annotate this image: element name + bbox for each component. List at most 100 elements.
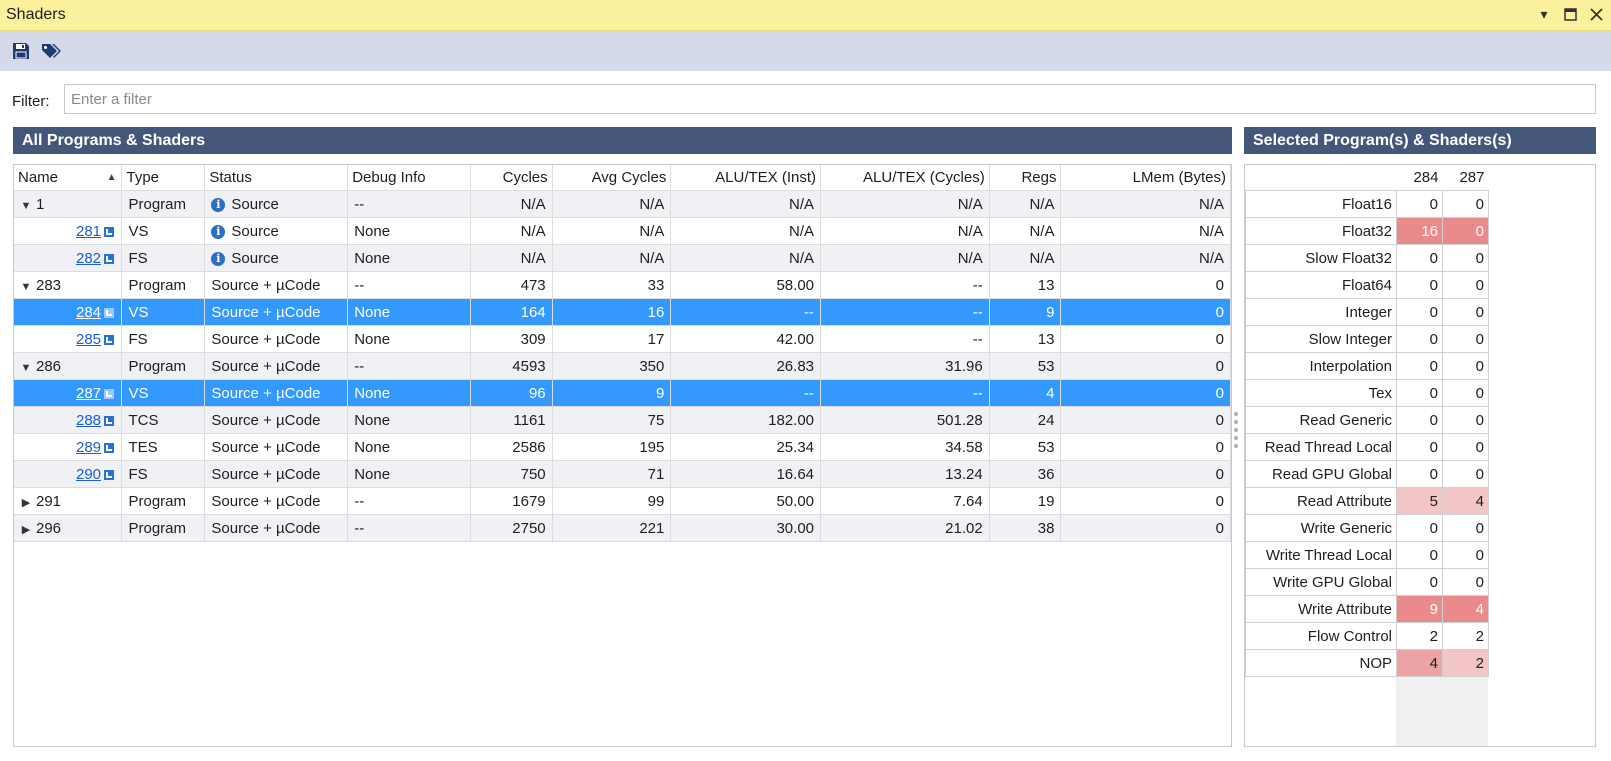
table-row[interactable]: ▼ 1 Program i Source -- N/A N/A N/A N/A N/A N/A (14, 190, 1231, 218)
status-text: Source + µCode (211, 438, 321, 456)
filter-label: Filter: (12, 93, 50, 110)
status-cell: Source + µCode (204, 325, 349, 353)
table-row[interactable]: 285 FS Source + µCode None 309 17 42.00 -- 13 0 (14, 325, 1231, 353)
table-row[interactable]: 288 TCS Source + µCode None 1161 75 182.00 501.… (14, 406, 1231, 434)
collapsed-arrow-icon[interactable]: ▶ (16, 496, 36, 509)
metric-label: Slow Integer (1245, 325, 1397, 353)
metric-row: Write Thread Local 0 0 (1245, 541, 1489, 569)
external-link-icon[interactable] (104, 334, 115, 345)
external-link-icon[interactable] (104, 442, 115, 453)
alu-tex-inst-cell: 25.34 (670, 433, 822, 461)
table-row[interactable]: 289 TES Source + µCode None 2586 195 25.34 34.5… (14, 433, 1231, 461)
status-text: Source (231, 249, 279, 267)
shader-link[interactable]: 287 (76, 385, 101, 402)
table-row[interactable]: ▶ 291 Program Source + µCode -- 1679 99 50.00 7.… (14, 487, 1231, 515)
metric-row: Tex 0 0 (1245, 379, 1489, 407)
table-row[interactable]: 287 VS Source + µCode None 96 9 -- -- 4 0 (14, 379, 1231, 407)
metric-value: 4 (1396, 649, 1443, 677)
shader-link[interactable]: 288 (76, 412, 101, 429)
table-row[interactable]: 282 FS i Source None N/A N/A N/A N/A N/A N/A (14, 244, 1231, 272)
expanded-arrow-icon[interactable]: ▼ (16, 281, 36, 293)
status-cell: i Source (204, 190, 349, 218)
metric-row: Interpolation 0 0 (1245, 352, 1489, 380)
metrics-column-header[interactable]: 284 (1397, 165, 1443, 191)
metric-value: 0 (1442, 244, 1489, 272)
alu-tex-cycles-cell: 31.96 (820, 352, 990, 380)
all-programs-header: All Programs & Shaders (13, 127, 1232, 154)
table-row[interactable]: ▶ 296 Program Source + µCode -- 2750 221 30.00 2… (14, 514, 1231, 542)
name-cell: ▼ 1 (14, 190, 123, 218)
avg-cycles-cell: 33 (552, 271, 672, 299)
debug-info-cell: None (347, 460, 471, 488)
lmem-cell: 0 (1060, 487, 1231, 515)
column-header-alu-tex-inst[interactable]: ALU/TEX (Inst) (670, 165, 822, 191)
metric-label: Float64 (1245, 271, 1397, 299)
external-link-icon[interactable] (104, 388, 115, 399)
metric-value: 0 (1396, 406, 1443, 434)
name-cell: 281 (14, 217, 123, 245)
column-header-avg-cycles[interactable]: Avg Cycles (552, 165, 672, 191)
shader-link[interactable]: 285 (76, 331, 101, 348)
column-header-lmem-bytes[interactable]: LMem (Bytes) (1060, 165, 1231, 191)
dropdown-icon[interactable]: ▾ (1535, 5, 1553, 23)
alu-tex-inst-cell: 50.00 (670, 487, 822, 515)
external-link-icon[interactable] (104, 253, 115, 264)
regs-cell: 13 (989, 325, 1062, 353)
column-header-alu-tex-cycles[interactable]: ALU/TEX (Cycles) (820, 165, 990, 191)
metric-value: 0 (1396, 379, 1443, 407)
expanded-arrow-icon[interactable]: ▼ (16, 362, 36, 374)
shader-link[interactable]: 282 (76, 250, 101, 267)
collapsed-arrow-icon[interactable]: ▶ (16, 523, 36, 536)
lmem-cell: N/A (1060, 190, 1231, 218)
column-header-name[interactable]: Name ▲ (14, 165, 123, 191)
table-header-row: Name ▲ Type Status Debug Info Cycles Avg Cycle… (14, 165, 1231, 191)
splitter-handle[interactable] (1233, 412, 1239, 462)
status-text: Source + µCode (211, 384, 321, 402)
column-header-status[interactable]: Status (204, 165, 349, 191)
column-header-type[interactable]: Type (121, 165, 206, 191)
close-icon[interactable] (1587, 5, 1605, 23)
tags-icon[interactable] (40, 39, 64, 63)
metric-value: 0 (1396, 568, 1443, 596)
table-row[interactable]: ▼ 286 Program Source + µCode -- 4593 350 26.83 3… (14, 352, 1231, 380)
type-cell: Program (121, 190, 206, 218)
alu-tex-cycles-cell: 21.02 (820, 514, 990, 542)
type-cell: VS (121, 217, 206, 245)
save-icon[interactable] (9, 39, 33, 63)
table-row[interactable]: ▼ 283 Program Source + µCode -- 473 33 58.00 -- 1… (14, 271, 1231, 299)
type-cell: VS (121, 379, 206, 407)
metrics-column-header[interactable]: 287 (1443, 165, 1489, 191)
filter-input[interactable] (64, 84, 1596, 114)
info-icon: i (211, 224, 226, 239)
shader-link[interactable]: 281 (76, 223, 101, 240)
table-row[interactable]: 290 FS Source + µCode None 750 71 16.64 13.24 36… (14, 460, 1231, 488)
column-header-regs[interactable]: Regs (989, 165, 1062, 191)
shader-link[interactable]: 290 (76, 466, 101, 483)
name-cell: 288 (14, 406, 123, 434)
external-link-icon[interactable] (104, 226, 115, 237)
status-cell: Source + µCode (204, 352, 349, 380)
type-cell: FS (121, 325, 206, 353)
shader-link[interactable]: 284 (76, 304, 101, 321)
external-link-icon[interactable] (104, 415, 115, 426)
shader-link[interactable]: 289 (76, 439, 101, 456)
external-link-icon[interactable] (104, 469, 115, 480)
table-row[interactable]: 281 VS i Source None N/A N/A N/A N/A N/A N/A (14, 217, 1231, 245)
info-icon: i (211, 251, 226, 266)
metric-row: Float32 16 0 (1245, 217, 1489, 245)
external-link-icon[interactable] (104, 307, 115, 318)
name-cell: 290 (14, 460, 123, 488)
column-header-debug-info[interactable]: Debug Info (347, 165, 471, 191)
name-cell: 289 (14, 433, 123, 461)
column-header-cycles[interactable]: Cycles (470, 165, 553, 191)
maximize-icon[interactable] (1561, 5, 1579, 23)
expanded-arrow-icon[interactable]: ▼ (16, 200, 36, 212)
metric-value: 4 (1442, 595, 1489, 623)
avg-cycles-cell: 99 (552, 487, 672, 515)
status-cell: Source + µCode (204, 487, 349, 515)
lmem-cell: 0 (1060, 433, 1231, 461)
name-cell: 287 (14, 379, 123, 407)
metrics-header-row: 284 287 (1246, 165, 1489, 191)
regs-cell: 36 (989, 460, 1062, 488)
table-row[interactable]: 284 VS Source + µCode None 164 16 -- -- 9 0 (14, 298, 1231, 326)
